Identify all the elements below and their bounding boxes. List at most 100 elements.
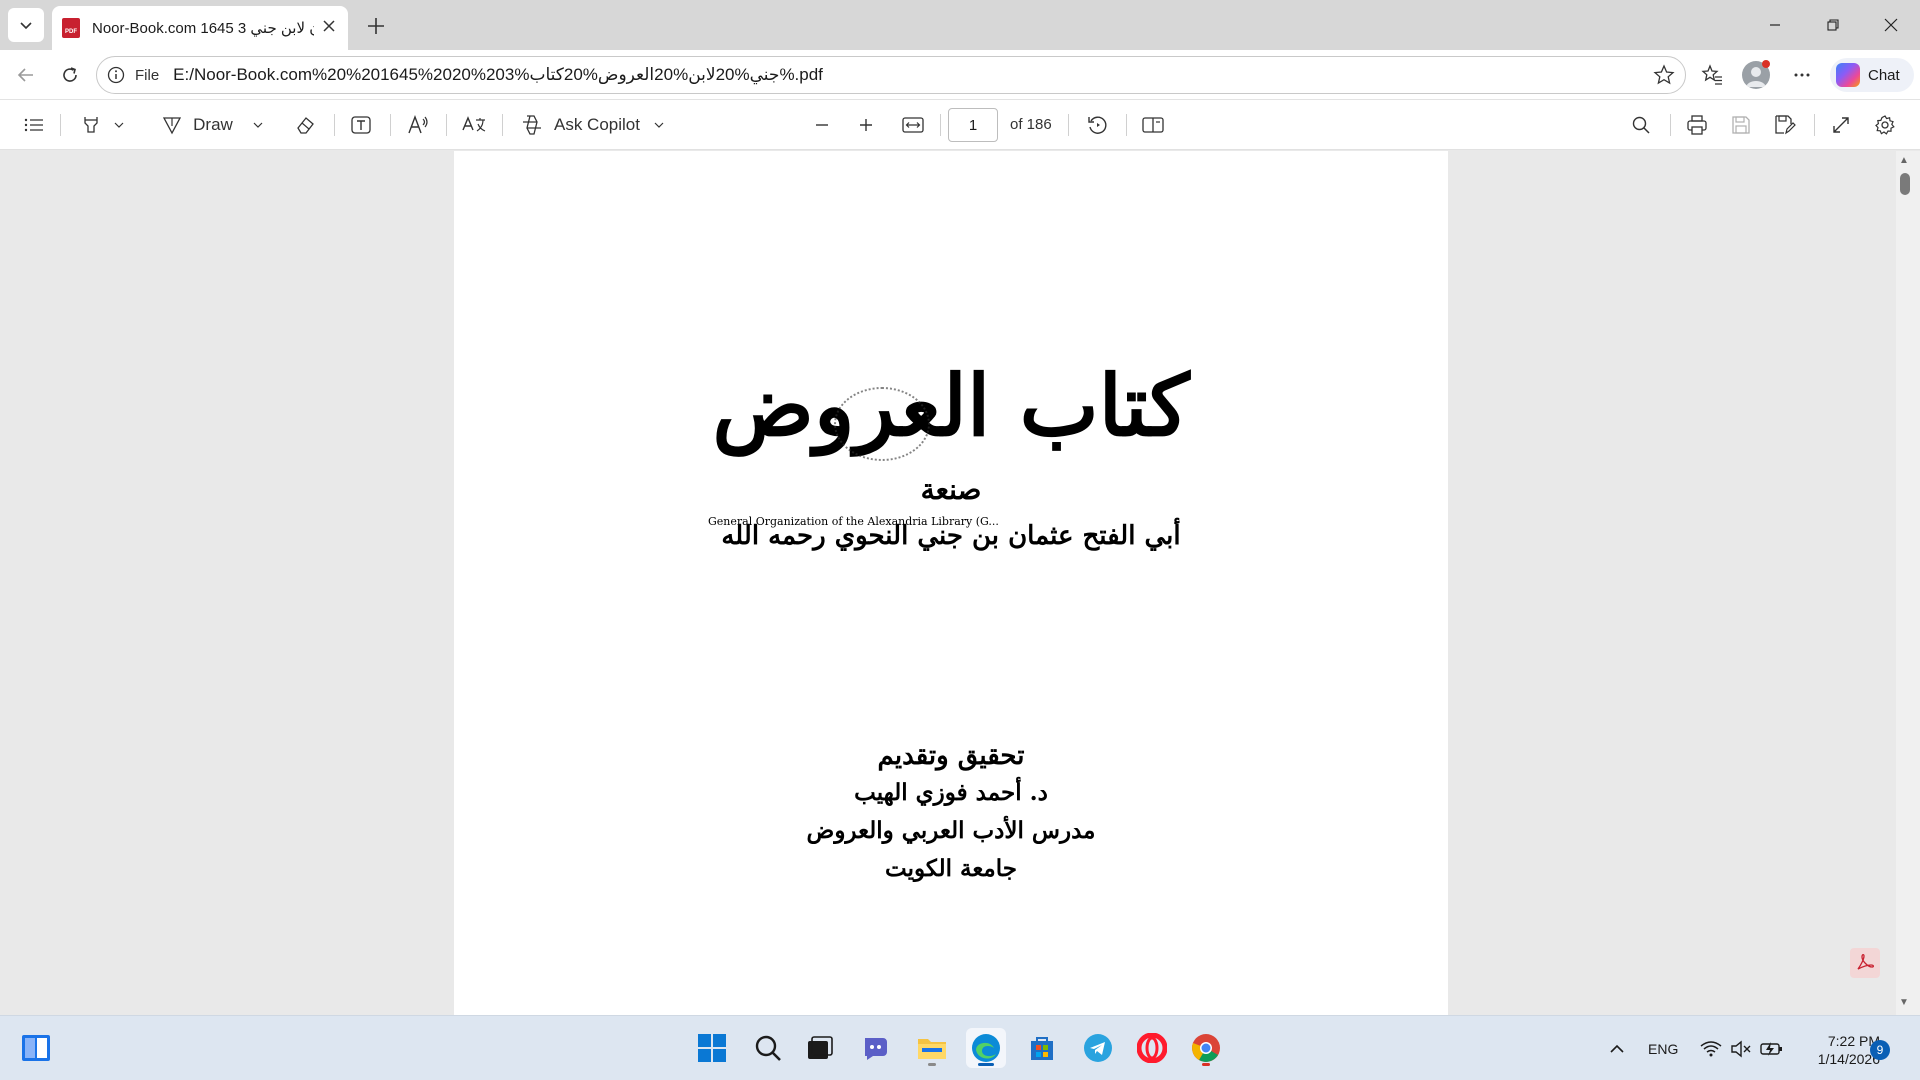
opera-button[interactable] [1132,1028,1172,1068]
search-button[interactable] [748,1028,788,1068]
refresh-icon [63,67,77,82]
start-button[interactable] [692,1028,732,1068]
draw-label: Draw [193,115,233,134]
add-text-button[interactable] [346,110,376,140]
teams-meet-button[interactable] [856,1028,896,1068]
toolbar-divider [940,114,941,136]
chevron-up-icon [1610,1044,1624,1053]
title-bar: PDF Noor-Book.com 1645 3 ن لابن جني [0,0,1920,50]
active-tab[interactable]: PDF Noor-Book.com 1645 3 ن لابن جني [52,6,348,50]
acrobat-extension-button[interactable] [1850,948,1880,978]
restore-icon [1827,19,1839,31]
favorites-button[interactable] [1698,61,1726,89]
speaker-muted-icon [1731,1040,1751,1057]
favorites-icon [1701,64,1722,85]
book-title: كتاب العروض [712,356,1191,455]
expand-icon [1833,117,1849,133]
address-input[interactable]: File E:/Noor-Book.com%20%201645%2020%203… [96,56,1686,94]
toolbar-divider [1814,114,1815,136]
file-explorer-button[interactable] [912,1028,952,1068]
copilot-chat-button[interactable]: Chat [1830,58,1914,92]
ask-copilot-button[interactable]: Ask Copilot [520,110,670,140]
ask-copilot-label: Ask Copilot [554,115,640,134]
acrobat-icon [1857,953,1875,970]
url-text: E:/Noor-Book.com%20%201645%2020%203%جني%… [173,65,823,84]
chevron-down-icon [253,122,263,128]
text-box-icon [351,116,371,134]
close-tab-button[interactable] [320,19,338,37]
notification-count-badge[interactable]: 9 [1870,1040,1890,1060]
volume-button[interactable] [1730,1016,1752,1080]
running-indicator [928,1063,936,1066]
chevron-down-icon [20,22,32,30]
chrome-button[interactable] [1186,1028,1226,1068]
show-hidden-icons-button[interactable] [1608,1016,1626,1080]
printer-icon [1687,115,1707,135]
page-number-input[interactable]: 1 [948,108,998,142]
favorite-star-icon[interactable] [1653,64,1675,86]
toolbar-divider [390,114,391,136]
draw-button[interactable]: Draw [156,110,268,140]
scroll-down-arrow[interactable]: ▼ [1899,997,1909,1008]
zoom-in-button[interactable] [852,110,880,140]
minimize-button[interactable] [1746,0,1804,50]
back-button[interactable] [10,59,42,91]
more-horizontal-icon [1794,73,1810,77]
close-window-button[interactable] [1862,0,1920,50]
save-as-button[interactable] [1770,110,1800,140]
refresh-button[interactable] [54,59,86,91]
find-button[interactable] [1626,110,1656,140]
translate-button[interactable] [458,110,490,140]
running-indicator [1202,1063,1210,1066]
fit-to-width-button[interactable] [898,110,928,140]
clock[interactable]: 7:22 PM 1/14/2026 [1790,1032,1880,1068]
task-view-button[interactable] [800,1028,840,1068]
input-language-indicator[interactable]: ENG [1648,1016,1678,1080]
edge-browser-button[interactable] [966,1028,1006,1068]
zoom-out-button[interactable] [808,110,836,140]
pdf-viewer[interactable]: كتاب العروض صنعة General Organization of… [0,151,1920,1015]
new-tab-button[interactable] [360,10,392,42]
widgets-icon [22,1035,50,1061]
chevron-down-icon [114,122,124,128]
copilot-icon [1836,63,1860,87]
arrow-left-icon [17,68,33,82]
restore-button[interactable] [1804,0,1862,50]
folder-icon [918,1039,946,1059]
battery-button[interactable] [1760,1016,1784,1080]
toolbar-divider [1670,114,1671,136]
read-aloud-button[interactable] [402,110,434,140]
widgets-button[interactable] [16,1028,56,1068]
scrollbar-thumb[interactable] [1900,173,1910,195]
highlight-button[interactable] [74,110,130,140]
settings-and-more-button[interactable] [1788,61,1816,89]
list-icon [24,118,43,132]
print-button[interactable] [1682,110,1712,140]
full-screen-button[interactable] [1826,110,1856,140]
store-icon [1031,1037,1053,1060]
active-indicator [978,1063,994,1066]
save-icon [1732,116,1750,134]
vertical-scrollbar[interactable] [1896,151,1920,1015]
battery-charging-icon [1760,1041,1782,1056]
toolbar-divider [1068,114,1069,136]
erase-button[interactable] [290,110,320,140]
scroll-up-arrow[interactable]: ▲ [1899,155,1909,166]
gear-icon [1875,115,1895,135]
tab-actions-menu-button[interactable] [8,8,44,42]
rotate-button[interactable] [1082,110,1112,140]
chevron-down-icon [654,122,664,128]
pdf-page: كتاب العروض صنعة General Organization of… [454,151,1448,1015]
wifi-icon [1700,1040,1722,1056]
tab-title: Noor-Book.com 1645 3 ن لابن جني [92,20,314,37]
table-of-contents-button[interactable] [20,110,48,140]
network-button[interactable] [1700,1016,1722,1080]
save-as-icon [1775,115,1796,135]
toolbar-divider [446,114,447,136]
microsoft-store-button[interactable] [1022,1028,1062,1068]
editor-title: مدرس الأدب العربي والعروض [806,817,1096,844]
save-button[interactable] [1726,110,1756,140]
page-view-button[interactable] [1138,110,1168,140]
pdf-settings-button[interactable] [1870,110,1900,140]
telegram-button[interactable] [1078,1028,1118,1068]
